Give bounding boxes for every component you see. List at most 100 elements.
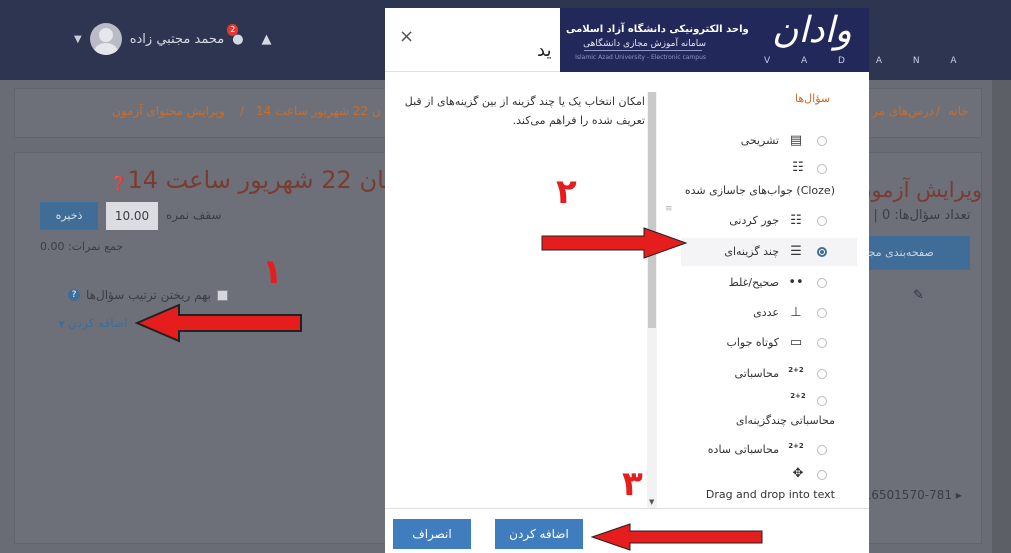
chat-icon[interactable]: ● 2	[227, 23, 244, 47]
question-type-icon: ☰	[790, 244, 802, 259]
user-name[interactable]: محمد مجتبي زاده	[130, 32, 225, 47]
question-type-description: امکان انتخاب یک یا چند گزینه از بین گزین…	[404, 95, 645, 127]
question-type-label: محاسباتی ساده	[707, 443, 779, 456]
shuffle-checkbox[interactable]	[216, 289, 228, 301]
question-type-label: جواب‌های جاسازی شده (Cloze)	[684, 184, 835, 197]
dialog-header: × ید واحد الکترونیکی دانشگاه آزاد اسلامی…	[385, 8, 957, 72]
breadcrumb-quiz[interactable]: ن 22 شهریور ساعت 14	[256, 104, 381, 118]
notification-badge: 2	[227, 23, 239, 36]
close-icon[interactable]: ×	[399, 26, 414, 47]
question-type-label: چند گزینه‌ای	[724, 245, 779, 258]
quiz-title: ❓حان 22 شهریور ساعت 14	[110, 166, 399, 194]
dialog-title: ید	[537, 40, 552, 61]
breadcrumb-edit-content[interactable]: ویرایش محتوای آزمون	[112, 104, 225, 118]
questions-section-header: سؤال‌ها	[795, 92, 831, 105]
question-type-option[interactable]: ▭ کوتاه جواب	[681, 330, 857, 356]
annotation-step-3: ۳	[622, 464, 643, 504]
add-button[interactable]: اضافه کردن	[495, 519, 583, 549]
avatar[interactable]	[89, 23, 122, 55]
user-menu[interactable]: ▼ محمد مجتبي زاده ● 2 ▲	[74, 22, 272, 56]
banner-line-2: سامانه آموزش مجازی دانشگاهی	[583, 39, 706, 49]
question-type-radio[interactable]	[817, 136, 827, 146]
pencil-icon[interactable]: ✎	[913, 288, 924, 303]
banner-line-1: واحد الکترونیکی دانشگاه آزاد اسلامی	[566, 24, 749, 35]
question-type-icon: ▭	[789, 335, 803, 350]
question-type-label: عددی	[753, 306, 779, 319]
scroll-down-icon[interactable]: ▼	[649, 498, 654, 506]
question-type-option[interactable]: 2+2 محاسباتی ساده	[681, 436, 857, 464]
question-type-label: Drag and drop into text	[705, 488, 835, 501]
banner-divider	[584, 50, 702, 51]
cancel-button[interactable]: انصراف	[393, 519, 471, 549]
page-scroll-strip	[992, 80, 1011, 553]
question-type-option[interactable]: 2+2 محاسباتی چندگزینه‌ای	[681, 392, 857, 432]
question-type-option[interactable]: ⊥ عددی	[681, 300, 857, 326]
annotation-step-1: ۱	[262, 252, 283, 292]
add-dropdown-label: اضافه کردن	[67, 316, 128, 330]
bell-icon[interactable]: ▲	[262, 32, 272, 47]
annotation-arrow-3	[590, 523, 763, 551]
question-type-radio[interactable]	[817, 247, 827, 257]
question-type-radio[interactable]	[817, 445, 827, 455]
question-type-icon: ••	[788, 275, 804, 290]
question-type-option[interactable]: ▤ تشریحی	[681, 128, 857, 154]
breadcrumb-separator: /	[240, 104, 245, 118]
arrow-right-icon: ▸	[955, 488, 962, 502]
total-marks: جمع نمرات: 0.00	[40, 240, 124, 253]
shuffle-option: ? بهم ریختن ترتیب سؤال‌ها	[68, 288, 228, 302]
shuffle-label: بهم ریختن ترتیب سؤال‌ها	[86, 288, 211, 302]
question-type-icon: ☷	[792, 160, 804, 175]
chevron-down-icon: ▼	[58, 320, 68, 330]
quiz-title-text: حان 22 شهریور ساعت 14	[127, 166, 400, 194]
options-scrollbar[interactable]	[647, 92, 657, 508]
question-type-radio[interactable]	[817, 308, 827, 318]
scroll-thumb[interactable]	[648, 92, 656, 328]
university-banner: واحد الکترونیکی دانشگاه آزاد اسلامی ساما…	[560, 8, 957, 72]
question-id: 316501570-781	[856, 488, 952, 502]
question-type-option[interactable]: ☷ جور کردنی	[681, 208, 857, 234]
question-type-radio[interactable]	[817, 369, 827, 379]
question-type-label: صحیح/غلط	[728, 276, 779, 289]
question-type-radio[interactable]	[817, 338, 827, 348]
question-type-icon: 2+2	[788, 442, 804, 450]
breadcrumb-home[interactable]: خانه	[948, 104, 969, 118]
question-type-label: محاسباتی چندگزینه‌ای	[735, 414, 835, 427]
question-type-icon: ☷	[790, 213, 802, 228]
vadana-logo: وادان	[772, 10, 852, 51]
annotation-arrow-2	[541, 227, 688, 259]
save-button[interactable]: ذخیره	[40, 202, 98, 230]
question-type-label: جور کردنی	[729, 214, 779, 227]
breadcrumb-separator: /	[936, 104, 941, 118]
breadcrumb-courses[interactable]: درس‌های مر	[872, 104, 934, 118]
question-type-option[interactable]: ☷ جواب‌های جاسازی شده (Cloze)	[681, 160, 857, 202]
question-type-icon: 2+2	[790, 392, 806, 400]
question-type-icon: 2+2	[788, 366, 804, 374]
annotation-step-2: ۲	[556, 172, 577, 212]
question-type-option[interactable]: ☰ چند گزینه‌ای	[681, 238, 857, 266]
question-type-radio[interactable]	[817, 216, 827, 226]
info-icon[interactable]: ❓	[110, 176, 127, 192]
help-icon[interactable]: ?	[68, 289, 80, 301]
question-count: تعداد سؤال‌ها: 0 | (0	[856, 208, 971, 223]
question-type-icon: ▤	[789, 133, 803, 148]
question-type-radio[interactable]	[817, 278, 827, 288]
question-type-radio[interactable]	[817, 470, 827, 480]
max-grade-label: سقف نمره	[166, 208, 222, 222]
question-id-link[interactable]: 316501570-781 ▸	[856, 488, 962, 502]
question-type-option[interactable]: •• صحیح/غلط	[681, 270, 857, 296]
question-type-option[interactable]: ✥ Drag and drop into text	[681, 466, 857, 506]
split-handle-icon: ≡	[665, 204, 673, 214]
question-type-option[interactable]: 2+2 محاسباتی	[681, 360, 857, 388]
question-type-radio[interactable]	[817, 396, 827, 406]
chevron-down-icon[interactable]: ▼	[74, 34, 82, 45]
max-grade-input[interactable]: 10.00	[106, 202, 158, 230]
question-type-label: تشریحی	[740, 134, 779, 147]
question-type-label: کوتاه جواب	[726, 336, 780, 349]
banner-line-3: Islamic Azad University - Electronic cam…	[575, 54, 706, 61]
vadana-logo-sub: V A D A N A	[764, 56, 971, 66]
question-type-icon: ⊥	[790, 305, 802, 320]
annotation-arrow-1	[135, 303, 302, 343]
question-type-icon: ✥	[792, 466, 804, 481]
add-dropdown[interactable]: ▼ اضافه کردن	[58, 316, 127, 330]
question-type-radio[interactable]	[817, 164, 827, 174]
